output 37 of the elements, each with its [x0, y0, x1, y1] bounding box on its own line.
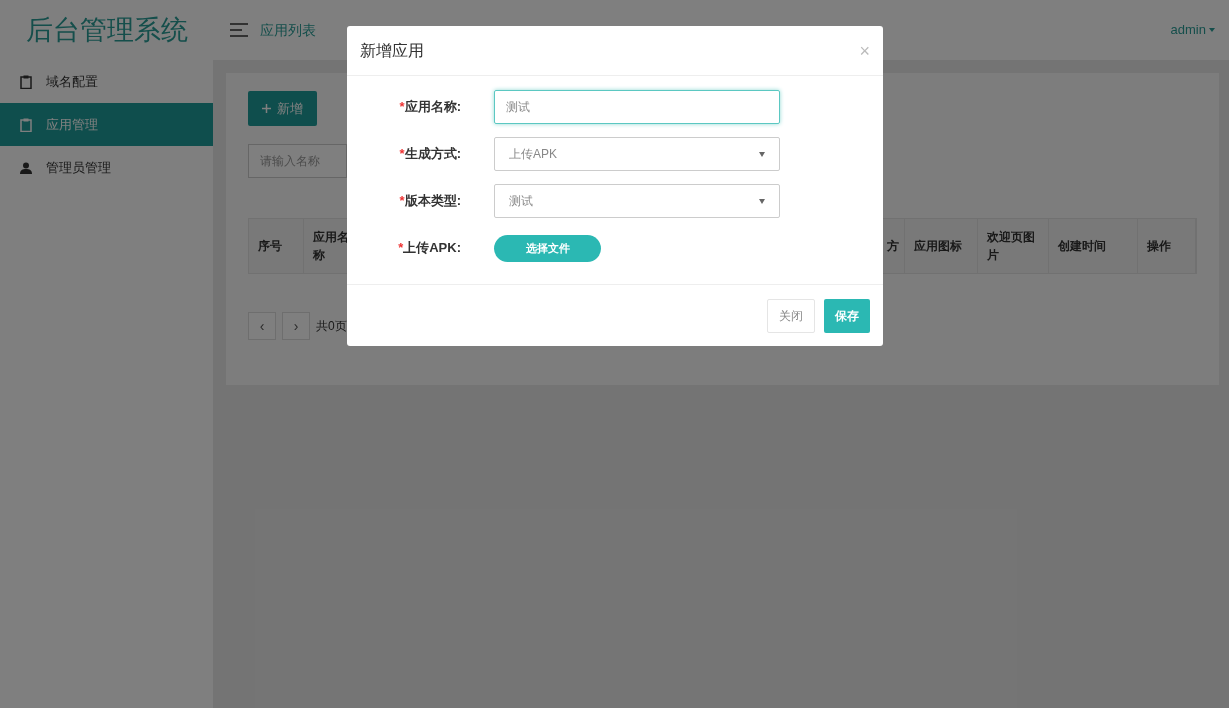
field-label: *上传APK: [397, 239, 462, 258]
user-menu[interactable]: admin [1170, 20, 1215, 40]
save-button[interactable]: 保存 [824, 298, 870, 333]
field-label: *版本类型: [398, 192, 462, 211]
prev-page-button[interactable]: ‹ [248, 312, 276, 340]
dropdown-arrow-icon [759, 198, 765, 204]
column-header: 应用图标 [914, 238, 962, 255]
select-field[interactable]: 上传APK [494, 137, 780, 171]
select-field[interactable]: 测试 [494, 184, 780, 218]
column-header: 序号 [258, 238, 282, 255]
plus-icon [262, 104, 271, 113]
sidebar-item[interactable]: 管理员管理 [0, 146, 213, 189]
breadcrumb: 应用列表 [260, 20, 316, 40]
field-label: *应用名称: [398, 98, 462, 117]
column-header: 创建时间 [1058, 238, 1106, 255]
column-header: 操作 [1147, 238, 1171, 255]
column-header: 欢迎页图片 [987, 229, 1036, 264]
app-title: 后台管理系统 [25, 13, 188, 47]
sidebar-item[interactable]: 域名配置 [0, 60, 213, 103]
sidebar-item[interactable]: 应用管理 [0, 103, 213, 146]
name-field[interactable]: 测试 [494, 90, 780, 124]
clipboard-icon [20, 117, 32, 132]
dialog-title: 新增应用 [360, 40, 424, 61]
column-header: 应用名称 [313, 229, 350, 264]
close-button[interactable]: × [859, 41, 870, 60]
close-dialog-button[interactable]: 关闭 [767, 298, 815, 333]
user-icon [20, 161, 32, 174]
column-header: 方 [887, 238, 899, 255]
menu-icon[interactable] [230, 23, 248, 37]
clipboard-icon [20, 74, 32, 89]
caret-icon [1209, 28, 1215, 32]
page-count: 共0页 [316, 318, 347, 335]
next-page-button[interactable]: › [282, 312, 310, 340]
choose-file-button[interactable]: 选择文件 [494, 234, 601, 262]
dropdown-arrow-icon [759, 151, 765, 157]
field-label: *生成方式: [398, 145, 462, 164]
add-button[interactable]: 新增 [248, 91, 317, 126]
